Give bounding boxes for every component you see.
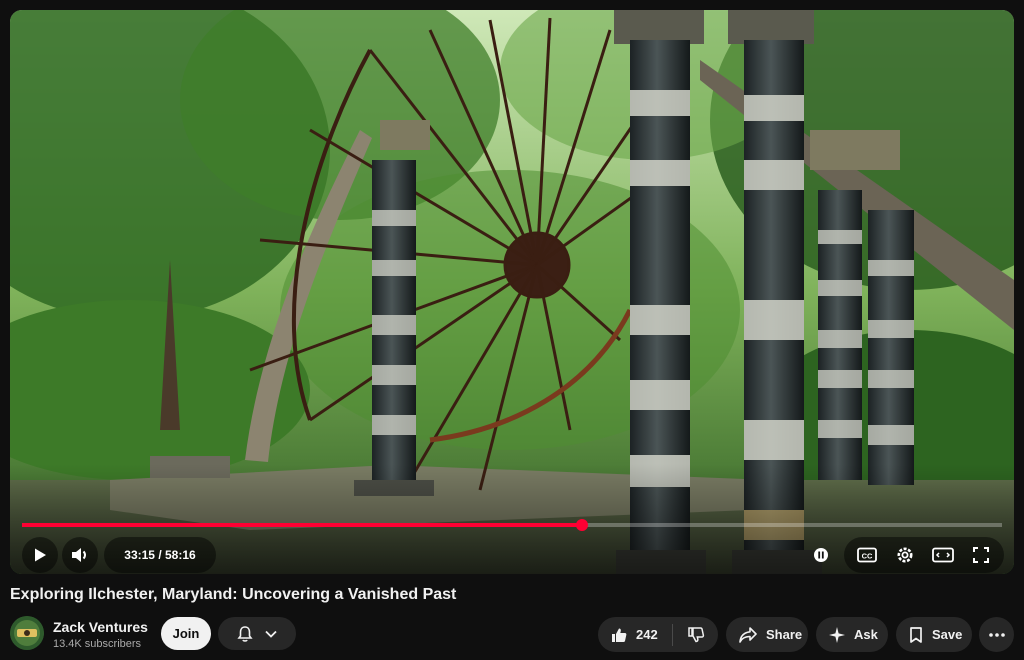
current-time: 33:15 <box>124 548 155 562</box>
fullscreen-icon <box>973 547 989 563</box>
player-settings-group: CC <box>844 537 1004 573</box>
progress-played <box>22 523 582 527</box>
play-icon <box>35 548 46 562</box>
fullscreen-button[interactable] <box>962 537 1000 573</box>
video-player[interactable]: 33:15 / 58:16 CC <box>10 10 1014 574</box>
pause-icon <box>814 548 828 562</box>
like-button[interactable]: 242 <box>598 617 672 652</box>
duration: 58:16 <box>165 548 196 562</box>
subscribed-notifications-button[interactable] <box>218 617 296 650</box>
settings-button[interactable] <box>886 537 924 573</box>
share-label: Share <box>766 627 803 642</box>
save-button[interactable]: Save <box>896 617 972 652</box>
share-icon <box>739 626 757 643</box>
time-separator: / <box>154 548 165 562</box>
volume-icon <box>72 548 86 562</box>
like-dislike-group: 242 <box>598 617 718 652</box>
captions-icon: CC <box>857 547 877 563</box>
save-icon <box>910 626 922 643</box>
progress-bar[interactable] <box>22 519 1002 531</box>
like-icon <box>612 628 627 642</box>
ask-icon <box>829 626 845 643</box>
svg-text:CC: CC <box>862 552 873 561</box>
save-label: Save <box>932 627 963 642</box>
volume-button[interactable] <box>62 537 98 573</box>
progress-scrubber[interactable] <box>575 519 588 531</box>
subscriber-count: 13.4K subscribers <box>53 638 142 650</box>
more-icon <box>988 632 1005 637</box>
video-title: Exploring Ilchester, Maryland: Uncoverin… <box>10 586 457 603</box>
channel-avatar[interactable] <box>10 616 44 650</box>
channel-actions-row: Zack Ventures 13.4K subscribers Join 242 <box>10 614 1014 654</box>
time-display: 33:15 / 58:16 <box>104 537 216 573</box>
chevron-down-icon <box>265 630 277 638</box>
right-controls: CC <box>802 537 1004 573</box>
channel-logo-icon <box>10 616 44 650</box>
join-button[interactable]: Join <box>161 617 211 650</box>
captions-button[interactable]: CC <box>848 537 886 573</box>
theater-icon <box>932 547 954 563</box>
dislike-icon <box>687 626 704 642</box>
ask-button[interactable]: Ask <box>816 617 888 652</box>
more-actions-button[interactable] <box>979 617 1014 652</box>
theater-mode-button[interactable] <box>924 537 962 573</box>
channel-name[interactable]: Zack Ventures <box>53 619 148 635</box>
share-button[interactable]: Share <box>726 617 808 652</box>
settings-icon <box>897 547 913 563</box>
bell-icon <box>237 625 253 642</box>
like-count: 242 <box>636 627 658 642</box>
pause-indicator-button[interactable] <box>802 537 840 573</box>
play-button[interactable] <box>22 537 58 573</box>
dislike-button[interactable] <box>673 617 718 652</box>
ask-label: Ask <box>854 627 878 642</box>
